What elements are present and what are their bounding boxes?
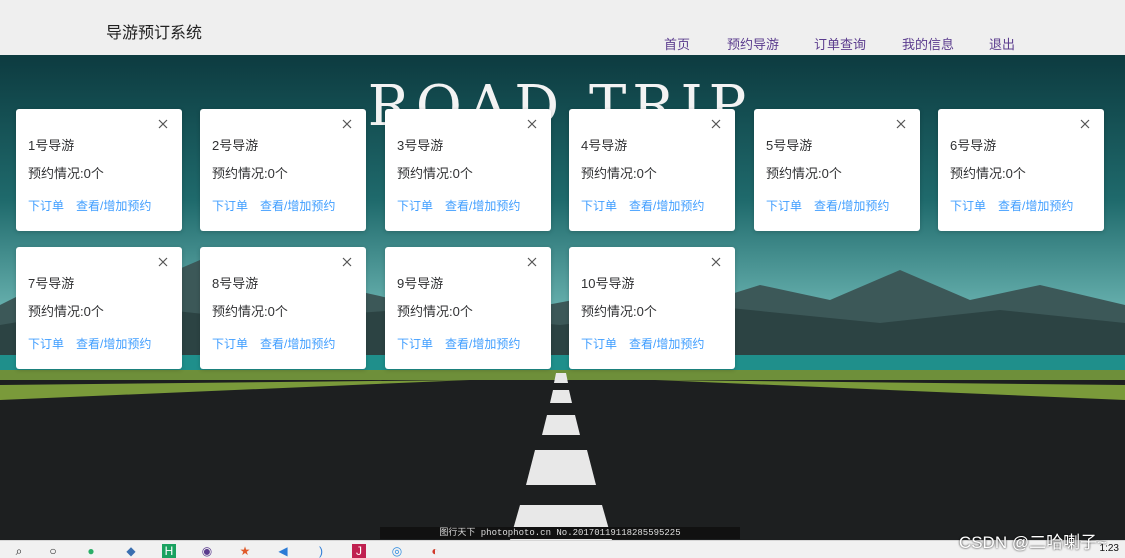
booking-status: 预约情况:0个 (766, 166, 842, 181)
place-order-link[interactable]: 下订单 (766, 199, 802, 213)
guide-name: 10号导游 (581, 276, 635, 291)
close-icon[interactable] (340, 255, 354, 269)
close-icon[interactable] (709, 117, 723, 131)
close-icon[interactable] (525, 117, 539, 131)
guide-card: 9号导游 预约情况:0个 下订单 查看/增加预约 (385, 247, 551, 369)
guide-card: 7号导游 预约情况:0个 下订单 查看/增加预约 (16, 247, 182, 369)
jetbrains-icon[interactable]: J (352, 544, 366, 558)
close-icon[interactable] (1078, 117, 1092, 131)
guide-name: 4号导游 (581, 138, 628, 153)
guide-card: 1号导游 预约情况:0个 下订单 查看/增加预约 (16, 109, 182, 231)
close-icon[interactable] (525, 255, 539, 269)
wechat-icon[interactable]: ● (84, 544, 98, 558)
guide-card: 2号导游 预约情况:0个 下订单 查看/增加预约 (200, 109, 366, 231)
place-order-link[interactable]: 下订单 (212, 199, 248, 213)
booking-status: 预约情况:0个 (28, 304, 104, 319)
guide-name: 8号导游 (212, 276, 259, 291)
booking-status: 预约情况:0个 (397, 304, 473, 319)
stock-photo-watermark: 图行天下 photophoto.cn No.201701191182855952… (380, 527, 740, 539)
booking-status: 预约情况:0个 (581, 304, 657, 319)
booking-status: 预约情况:0个 (212, 304, 288, 319)
search-icon[interactable]: ⌕ (12, 544, 26, 558)
python-icon[interactable]: ◆ (124, 544, 138, 558)
booking-status: 预约情况:0个 (28, 166, 104, 181)
guide-name: 2号导游 (212, 138, 259, 153)
view-add-booking-link[interactable]: 查看/增加预约 (629, 199, 704, 213)
vscode-icon[interactable]: ◀ (276, 544, 290, 558)
view-add-booking-link[interactable]: 查看/增加预约 (445, 199, 520, 213)
guide-card: 5号导游 预约情况:0个 下订单 查看/增加预约 (754, 109, 920, 231)
view-add-booking-link[interactable]: 查看/增加预约 (445, 337, 520, 351)
guide-name: 7号导游 (28, 276, 75, 291)
place-order-link[interactable]: 下订单 (397, 199, 433, 213)
close-icon[interactable] (340, 117, 354, 131)
guide-name: 1号导游 (28, 138, 75, 153)
browser-icon[interactable]: ◎ (390, 544, 404, 558)
app-icon[interactable]: ◉ (200, 544, 214, 558)
place-order-link[interactable]: 下订单 (28, 199, 64, 213)
guide-card: 6号导游 预约情况:0个 下订单 查看/增加预约 (938, 109, 1104, 231)
place-order-link[interactable]: 下订单 (581, 199, 617, 213)
guide-name: 6号导游 (950, 138, 997, 153)
star-app-icon[interactable]: ★ (238, 544, 252, 558)
booking-status: 预约情况:0个 (397, 166, 473, 181)
network-app-icon[interactable]: ) (314, 544, 328, 558)
place-order-link[interactable]: 下订单 (212, 337, 248, 351)
csdn-watermark: CSDN @二哈喇子~ (958, 533, 1107, 552)
guide-card: 4号导游 预约情况:0个 下订单 查看/增加预约 (569, 109, 735, 231)
close-icon[interactable] (894, 117, 908, 131)
view-add-booking-link[interactable]: 查看/增加预约 (76, 199, 151, 213)
booking-status: 预约情况:0个 (212, 166, 288, 181)
place-order-link[interactable]: 下订单 (581, 337, 617, 351)
view-add-booking-link[interactable]: 查看/增加预约 (629, 337, 704, 351)
os-taskbar: ⌕ ○ ● ◆ H ◉ ★ ◀ ) J ◎ ◐ 1:23 (0, 540, 1125, 558)
close-icon[interactable] (156, 255, 170, 269)
media-app-icon[interactable]: ◐ (428, 544, 442, 558)
close-icon[interactable] (709, 255, 723, 269)
place-order-link[interactable]: 下订单 (950, 199, 986, 213)
view-add-booking-link[interactable]: 查看/增加预约 (76, 337, 151, 351)
booking-status: 预约情况:0个 (581, 166, 657, 181)
booking-status: 预约情况:0个 (950, 166, 1026, 181)
view-add-booking-link[interactable]: 查看/增加预约 (260, 337, 335, 351)
view-add-booking-link[interactable]: 查看/增加预约 (814, 199, 889, 213)
guide-card-grid: 1号导游 预约情况:0个 下订单 查看/增加预约 2号导游 预约情况:0个 下订单… (0, 0, 1125, 557)
guide-card: 10号导游 预约情况:0个 下订单 查看/增加预约 (569, 247, 735, 369)
guide-card: 8号导游 预约情况:0个 下订单 查看/增加预约 (200, 247, 366, 369)
view-add-booking-link[interactable]: 查看/增加预约 (998, 199, 1073, 213)
guide-card: 3号导游 预约情况:0个 下订单 查看/增加预约 (385, 109, 551, 231)
place-order-link[interactable]: 下订单 (397, 337, 433, 351)
place-order-link[interactable]: 下订单 (28, 337, 64, 351)
hbuilder-icon[interactable]: H (162, 544, 176, 558)
guide-name: 3号导游 (397, 138, 444, 153)
view-add-booking-link[interactable]: 查看/增加预约 (260, 199, 335, 213)
task-view-icon[interactable]: ○ (46, 544, 60, 558)
close-icon[interactable] (156, 117, 170, 131)
guide-name: 9号导游 (397, 276, 444, 291)
guide-name: 5号导游 (766, 138, 813, 153)
